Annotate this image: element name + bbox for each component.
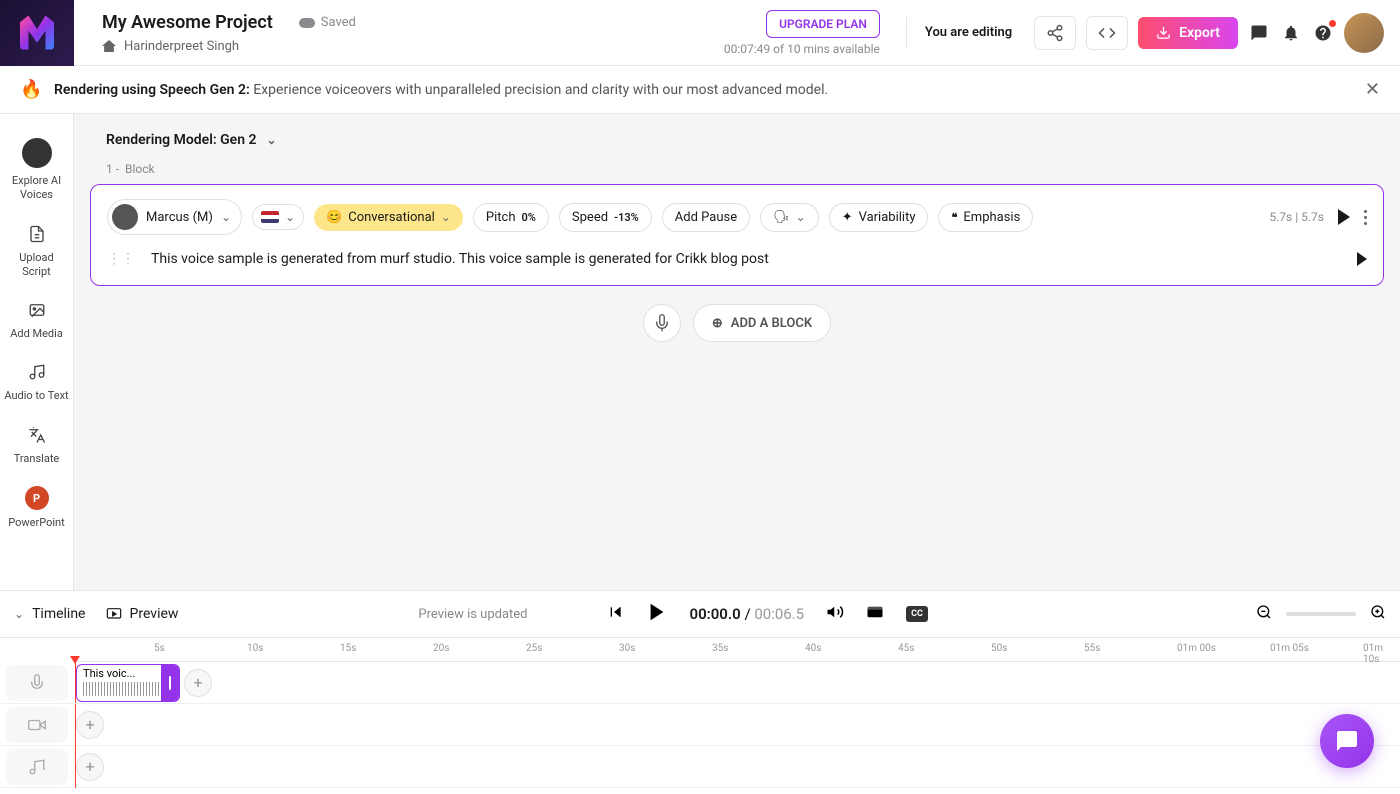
speed-chip[interactable]: Speed-13% (559, 203, 652, 232)
sidebar-translate[interactable]: Translate (0, 414, 73, 476)
clip-handle[interactable] (161, 665, 179, 701)
chat-icon[interactable] (1248, 22, 1270, 44)
pause-chip[interactable]: Add Pause (662, 203, 750, 232)
mic-button[interactable] (643, 304, 681, 342)
preview-tab[interactable]: Preview (106, 606, 179, 622)
chevron-down-icon: ⌄ (441, 210, 451, 224)
pitch-chip[interactable]: Pitch0% (473, 203, 549, 232)
help-icon[interactable] (1312, 22, 1334, 44)
preview-status: Preview is updated (418, 607, 527, 622)
fire-icon: 🔥 (20, 79, 42, 101)
block-label: 1 - Block (90, 162, 1384, 184)
add-block-button[interactable]: ⊕ADD A BLOCK (693, 304, 831, 342)
chevron-down-icon: ⌄ (267, 133, 277, 147)
audio-clip[interactable]: This voic... (76, 664, 180, 702)
close-icon[interactable]: ✕ (1365, 79, 1380, 100)
user-avatar[interactable] (1344, 13, 1384, 53)
chat-fab[interactable] (1320, 714, 1374, 768)
translate-icon (26, 424, 48, 446)
timeline-bar: ⌄Timeline Preview Preview is updated 00:… (0, 590, 1400, 638)
export-button[interactable]: Export (1138, 17, 1238, 49)
zoom-slider[interactable] (1286, 612, 1356, 616)
voice-avatar (112, 204, 138, 230)
upgrade-button[interactable]: UPGRADE PLAN (766, 10, 880, 38)
cc-button[interactable]: CC (906, 606, 928, 622)
left-sidebar: Explore AI Voices Upload Script Add Medi… (0, 114, 74, 590)
us-flag-icon (261, 211, 279, 223)
plus-icon: ⊕ (712, 316, 723, 331)
saved-badge: Saved (299, 15, 356, 30)
sidebar-powerpoint[interactable]: PPowerPoint (0, 476, 73, 540)
mic-icon (6, 665, 68, 701)
content-area: Rendering Model: Gen 2 ⌄ 1 - Block Marcu… (74, 114, 1400, 590)
app-logo[interactable] (0, 0, 74, 66)
variability-chip[interactable]: ✦Variability (829, 203, 929, 232)
time-remaining: 00:07:49 of 10 mins available (724, 42, 880, 56)
sparkle-icon: ✦ (842, 210, 853, 225)
sidebar-audio-to-text[interactable]: Audio to Text (0, 351, 73, 413)
music-track[interactable]: + (0, 746, 1400, 788)
voice-avatar-icon (22, 138, 52, 168)
image-icon (26, 299, 48, 321)
add-clip-button[interactable]: + (76, 711, 104, 739)
say-as-chip[interactable]: 🗣⌄ (760, 203, 819, 232)
add-clip-button[interactable]: + (76, 753, 104, 781)
header-left: My Awesome Project Saved Harinderpreet S… (74, 12, 724, 54)
header-right: UPGRADE PLAN 00:07:49 of 10 mins availab… (724, 10, 1400, 56)
skip-back-button[interactable] (608, 604, 624, 624)
cloud-icon (299, 18, 315, 28)
model-selector[interactable]: Rendering Model: Gen 2 ⌄ (90, 132, 1384, 162)
info-banner: 🔥 Rendering using Speech Gen 2: Experien… (0, 66, 1400, 114)
powerpoint-icon: P (25, 486, 49, 510)
volume-button[interactable] (826, 603, 844, 625)
time-display: 00:00.0 / 00:06.5 (690, 605, 805, 623)
quote-icon: ❝ (951, 211, 957, 224)
timeline-tab[interactable]: ⌄Timeline (14, 606, 86, 622)
timeline-area: 5s10s15s20s25s30s35s40s45s50s55s01m 00s0… (0, 638, 1400, 794)
project-title[interactable]: My Awesome Project (102, 12, 273, 33)
more-menu[interactable] (1364, 210, 1367, 225)
chevron-down-icon: ⌄ (796, 210, 806, 224)
main-area: Explore AI Voices Upload Script Add Medi… (0, 114, 1400, 590)
home-icon (102, 40, 116, 52)
voice-selector[interactable]: Marcus (M) ⌄ (107, 199, 242, 235)
chevron-down-icon: ⌄ (285, 210, 295, 224)
sidebar-add-media[interactable]: Add Media (0, 289, 73, 351)
emoji-icon: 😊 (326, 210, 342, 225)
emphasis-chip[interactable]: ❝Emphasis (938, 203, 1033, 232)
voice-track[interactable]: This voic... + (0, 662, 1400, 704)
video-track[interactable]: + (0, 704, 1400, 746)
play-block-button[interactable] (1338, 209, 1350, 225)
document-icon (26, 223, 48, 245)
bell-icon[interactable] (1280, 22, 1302, 44)
breadcrumb[interactable]: Harinderpreet Singh (102, 39, 724, 54)
locale-selector[interactable]: ⌄ (252, 204, 304, 230)
drag-handle-icon[interactable]: ⋮⋮ (107, 251, 135, 267)
play-line-button[interactable] (1357, 252, 1367, 266)
video-icon (6, 707, 68, 743)
zoom-out-button[interactable] (1256, 604, 1272, 624)
style-chip[interactable]: 😊Conversational⌄ (314, 204, 463, 231)
timeline-ruler[interactable]: 5s10s15s20s25s30s35s40s45s50s55s01m 00s0… (74, 638, 1400, 662)
share-button[interactable] (1034, 16, 1076, 50)
add-clip-button[interactable]: + (184, 669, 212, 697)
top-header: My Awesome Project Saved Harinderpreet S… (0, 0, 1400, 66)
voice-block: Marcus (M) ⌄ ⌄ 😊Conversational⌄ Pitch0% … (90, 184, 1384, 286)
sidebar-upload-script[interactable]: Upload Script (0, 213, 73, 290)
divider (906, 17, 907, 49)
sayas-icon: 🗣 (773, 210, 790, 225)
sidebar-explore-voices[interactable]: Explore AI Voices (0, 128, 73, 213)
zoom-in-button[interactable] (1370, 604, 1386, 624)
audio-text-icon (26, 361, 48, 383)
block-text[interactable]: This voice sample is generated from murf… (151, 251, 1341, 267)
video-button[interactable] (866, 603, 884, 625)
embed-button[interactable] (1086, 16, 1128, 50)
chevron-down-icon: ⌄ (221, 210, 231, 224)
music-icon (6, 749, 68, 785)
editing-label: You are editing (925, 25, 1012, 40)
play-button[interactable] (646, 601, 668, 627)
chevron-down-icon: ⌄ (14, 607, 24, 621)
